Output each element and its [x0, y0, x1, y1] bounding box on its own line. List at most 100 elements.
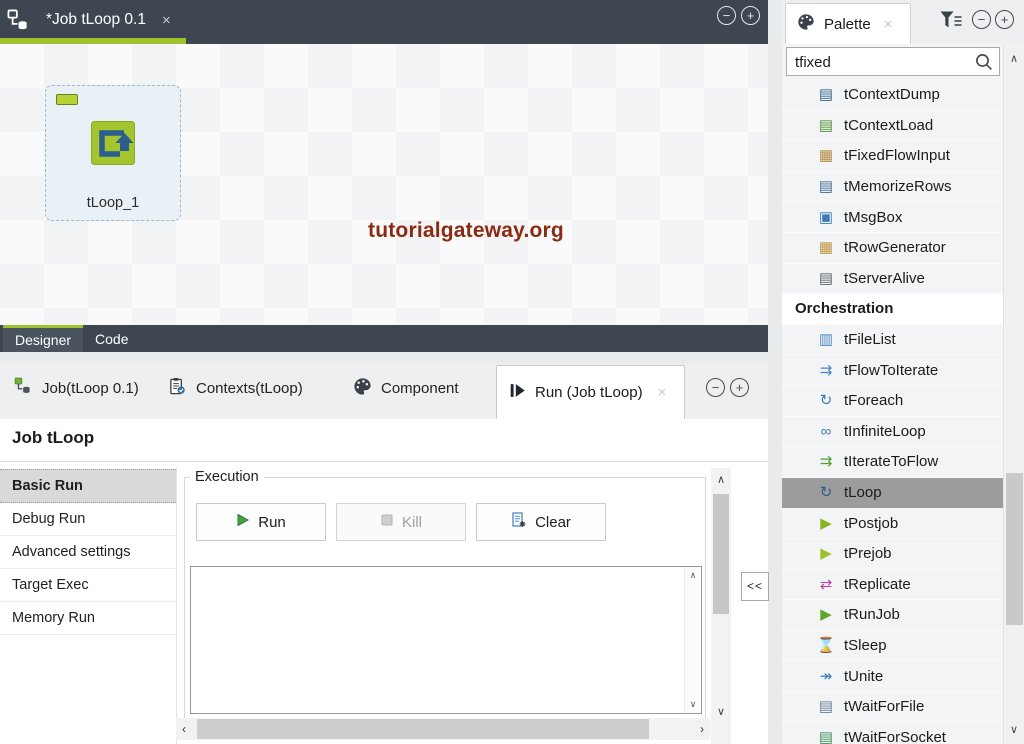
- palette-item-tmemorizerows[interactable]: ▤ tMemorizeRows: [782, 171, 1003, 203]
- minimize-icon[interactable]: −: [717, 6, 736, 25]
- palette-item-tpostjob[interactable]: ▶ tPostjob: [782, 508, 1003, 539]
- filter-icon[interactable]: [939, 9, 963, 36]
- maximize-icon[interactable]: +: [995, 10, 1014, 29]
- titeratetoflow-icon: ⇉: [819, 453, 833, 471]
- run-menu-target-exec[interactable]: Target Exec: [0, 569, 176, 602]
- palette-item-label: tFixedFlowInput: [844, 147, 950, 165]
- tmsgbox-icon: ▣: [818, 208, 834, 226]
- palette-item-tforeach[interactable]: ↻ tForeach: [782, 385, 1003, 417]
- run-play-icon: [236, 513, 250, 531]
- minimize-icon[interactable]: −: [972, 10, 991, 29]
- close-icon[interactable]: ×: [884, 16, 893, 33]
- palette-item-tcontextdump[interactable]: ▤ tContextDump: [782, 80, 1003, 111]
- tab-contexts[interactable]: Contexts(tLoop): [168, 377, 303, 400]
- maximize-icon[interactable]: +: [741, 6, 760, 25]
- palette-item-label: tPostjob: [844, 514, 899, 532]
- close-icon[interactable]: ×: [658, 384, 667, 401]
- palette-search-input[interactable]: [793, 50, 967, 75]
- palette-item-tfixedflowinput[interactable]: ▦ tFixedFlowInput: [782, 141, 1003, 172]
- close-icon[interactable]: ×: [162, 12, 171, 29]
- tab-job-view-label: Job(tLoop 0.1): [42, 380, 139, 397]
- palette-item-tsleep[interactable]: ⌛ tSleep: [782, 630, 1003, 662]
- divider: [176, 468, 177, 744]
- tmemorizerows-icon: ▤: [818, 178, 834, 196]
- job-document-tab-label: *Job tLoop 0.1: [46, 11, 146, 28]
- palette-section-orchestration[interactable]: Orchestration: [782, 294, 1003, 325]
- component-palette-icon: [353, 377, 372, 400]
- palette-item-tloop[interactable]: ↻ tLoop: [782, 477, 1003, 509]
- run-menu-basic-run[interactable]: Basic Run: [0, 469, 176, 503]
- palette-item-tfilelist[interactable]: ▥ tFileList: [782, 324, 1003, 356]
- vertical-scrollbar[interactable]: ∧ ∨: [711, 468, 731, 744]
- palette-item-titeratetoflow[interactable]: ⇉ tIterateToFlow: [782, 447, 1003, 478]
- trowgenerator-icon: ▦: [818, 239, 834, 257]
- console-scrollbar[interactable]: ∧ ∨: [684, 567, 701, 713]
- tab-code[interactable]: Code: [83, 325, 140, 352]
- palette-item-treplicate[interactable]: ⇄ tReplicate: [782, 569, 1003, 601]
- palette-header: Palette × − +: [782, 0, 1024, 44]
- tab-palette-label: Palette: [824, 15, 871, 33]
- palette-item-label: tSleep: [844, 636, 887, 654]
- clear-log-icon: [511, 512, 527, 532]
- contexts-icon: [168, 377, 187, 400]
- scroll-up-icon[interactable]: ∧: [711, 473, 731, 486]
- scroll-up-icon[interactable]: ∧: [685, 570, 701, 581]
- kill-button[interactable]: Kill: [336, 503, 466, 541]
- tfilelist-icon: ▥: [818, 331, 834, 349]
- tab-palette[interactable]: Palette ×: [785, 3, 911, 44]
- twaitforfile-icon: ▤: [818, 698, 834, 716]
- palette-item-tinfiniteloop[interactable]: ∞ tInfiniteLoop: [782, 416, 1003, 448]
- search-icon[interactable]: [974, 52, 994, 77]
- clear-button[interactable]: Clear: [476, 503, 606, 541]
- tcontextdump-icon: ▤: [818, 86, 834, 104]
- run-menu-debug-run[interactable]: Debug Run: [0, 503, 176, 536]
- tloop-component[interactable]: tLoop_1: [45, 85, 181, 221]
- run-menu-memory-run[interactable]: Memory Run: [0, 602, 176, 635]
- palette-item-label: tForeach: [844, 392, 904, 410]
- palette-item-tflowtoiterate[interactable]: ⇉ tFlowToIterate: [782, 355, 1003, 386]
- tab-run[interactable]: Run (Job tLoop) ×: [496, 365, 685, 419]
- minimize-icon[interactable]: −: [706, 378, 725, 397]
- tab-designer[interactable]: Designer: [3, 325, 84, 352]
- run-button[interactable]: Run: [196, 503, 326, 541]
- tab-contexts-label: Contexts(tLoop): [196, 380, 303, 397]
- execution-console[interactable]: ∧ ∨: [190, 566, 702, 714]
- palette-item-tcontextload[interactable]: ▤ tContextLoad: [782, 110, 1003, 142]
- tloop-icon: ↻: [819, 484, 833, 502]
- twaitforsocket-icon: ▤: [818, 728, 834, 744]
- run-menu-advanced-settings[interactable]: Advanced settings: [0, 536, 176, 569]
- scroll-up-icon[interactable]: ∧: [1004, 52, 1024, 65]
- design-canvas[interactable]: tLoop_1 tutorialgateway.org: [0, 44, 768, 325]
- scrollbar-thumb[interactable]: [1006, 473, 1023, 625]
- talend-studio-window: *Job tLoop 0.1 × − + tLoop_1 tutorialgat…: [0, 0, 1024, 744]
- palette-item-tserveralive[interactable]: ▤ tServerAlive: [782, 263, 1003, 295]
- palette-item-trowgenerator[interactable]: ▦ tRowGenerator: [782, 232, 1003, 264]
- palette-item-trunjob[interactable]: ▶ tRunJob: [782, 600, 1003, 631]
- tprejob-icon: ▶: [820, 545, 832, 563]
- palette-item-twaitforfile[interactable]: ▤ tWaitForFile: [782, 691, 1003, 723]
- palette-item-tmsgbox[interactable]: ▣ tMsgBox: [782, 202, 1003, 233]
- collapse-panel-button[interactable]: <<: [741, 572, 769, 601]
- tab-component[interactable]: Component: [353, 377, 459, 400]
- editor-window-controls: − +: [717, 6, 760, 25]
- scrollbar-thumb[interactable]: [713, 494, 729, 614]
- maximize-icon[interactable]: +: [730, 378, 749, 397]
- run-button-label: Run: [258, 513, 286, 531]
- job-document-tab[interactable]: *Job tLoop 0.1 ×: [36, 0, 181, 40]
- palette-search-box: [786, 47, 1000, 76]
- scroll-left-icon[interactable]: ‹: [182, 722, 186, 736]
- scroll-down-icon[interactable]: ∨: [1004, 723, 1024, 736]
- scroll-right-icon[interactable]: ›: [700, 722, 704, 736]
- palette-item-label: tIterateToFlow: [844, 453, 939, 471]
- scroll-down-icon[interactable]: ∨: [685, 699, 701, 710]
- scroll-down-icon[interactable]: ∨: [711, 705, 731, 718]
- palette-item-tunite[interactable]: ↠ tUnite: [782, 661, 1003, 692]
- horizontal-scrollbar[interactable]: ‹ ›: [176, 718, 710, 740]
- tloop-component-icon: [90, 120, 136, 171]
- tab-job-view[interactable]: Job(tLoop 0.1): [14, 377, 139, 400]
- scrollbar-thumb[interactable]: [197, 719, 649, 739]
- bottom-panel-tabbar: Job(tLoop 0.1) Contexts(tLoop) Component…: [0, 363, 768, 419]
- palette-item-tprejob[interactable]: ▶ tPrejob: [782, 538, 1003, 570]
- palette-item-twaitforsocket[interactable]: ▤ tWaitForSocket: [782, 722, 1003, 744]
- palette-scrollbar[interactable]: ∧ ∨: [1003, 44, 1024, 744]
